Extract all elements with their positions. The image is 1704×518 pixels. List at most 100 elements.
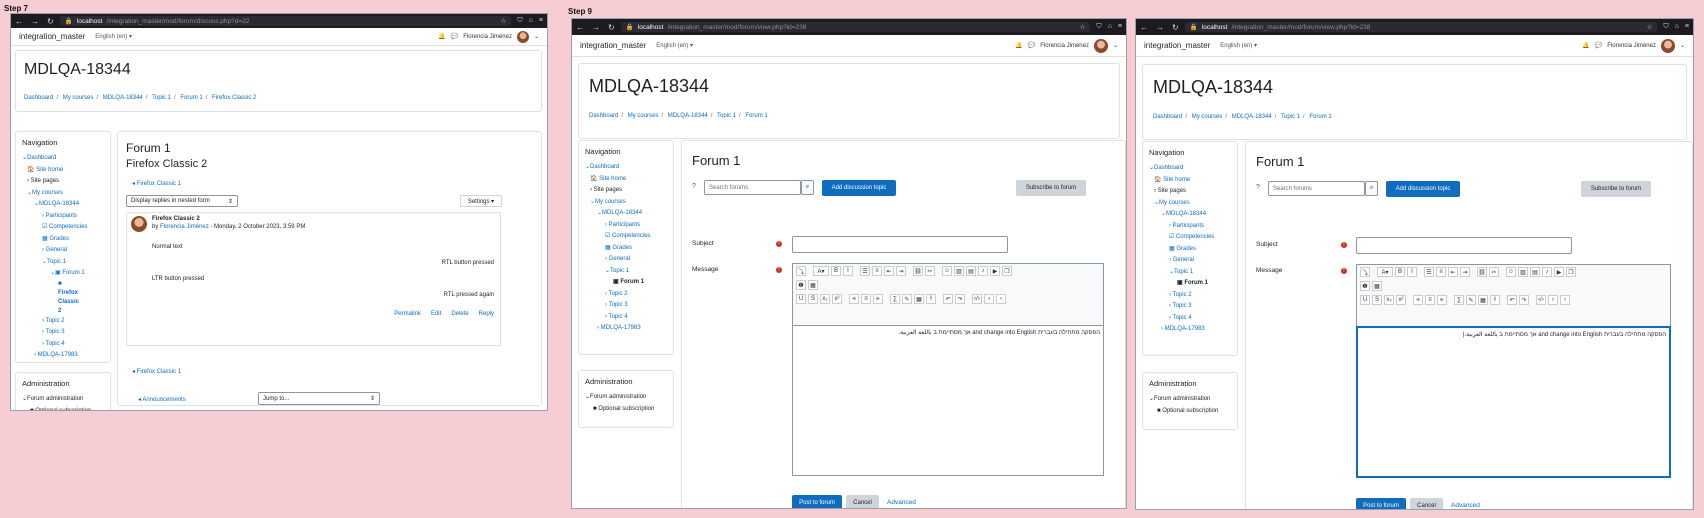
language-menu[interactable]: English (en) ▾ [656, 42, 693, 49]
italic-icon[interactable]: I [1407, 267, 1417, 277]
align-right-icon[interactable]: ⫸ [873, 294, 883, 304]
nav-competencies[interactable]: ☑ Competencies [1149, 232, 1231, 244]
subscript-icon[interactable]: x₂ [820, 294, 830, 304]
menu-icon[interactable]: ≡ [1118, 23, 1122, 31]
redo-icon[interactable]: ↷ [1519, 295, 1529, 305]
search-icon[interactable]: ⌕ [801, 180, 814, 195]
bell-icon[interactable]: 🔔 [1582, 42, 1589, 49]
nav-dashboard[interactable]: ⌄Dashboard [1149, 163, 1231, 175]
subscribe-button[interactable]: Subscribe to forum [1016, 180, 1086, 196]
breadcrumb-item[interactable]: MDLQA-18344 [103, 95, 143, 101]
image-icon[interactable]: ▨ [1518, 267, 1528, 277]
breadcrumb-item[interactable]: Firefox Classic 2 [212, 95, 256, 101]
chevron-down-icon[interactable]: ⌄ [1113, 42, 1118, 49]
breadcrumb-item[interactable]: Dashboard [1153, 114, 1182, 120]
bookmark-star-icon[interactable]: ☆ [1647, 23, 1653, 31]
extensions-icon[interactable]: ⌂ [1675, 23, 1679, 31]
undo-icon[interactable]: ↶ [943, 294, 953, 304]
nav-site-home[interactable]: 🏠 Site home [585, 174, 667, 186]
superscript-icon[interactable]: x² [1396, 295, 1406, 305]
image-icon[interactable]: ▨ [954, 266, 964, 276]
bookmark-star-icon[interactable]: ☆ [501, 17, 507, 25]
breadcrumb-item[interactable]: Forum 1 [745, 113, 767, 119]
post-to-forum-button[interactable]: Post to forum [1356, 498, 1406, 509]
underline-icon[interactable]: U [1360, 295, 1370, 305]
nav-topic2[interactable]: › Topic 2 [1149, 290, 1231, 302]
message-editor[interactable]: הפסקה מתחילה בעברית and change into Engl… [792, 325, 1104, 476]
subscribe-button[interactable]: Subscribe to forum [1581, 181, 1651, 197]
accessibility-icon[interactable]: ❶ [1360, 281, 1370, 291]
bold-icon[interactable]: B [1395, 267, 1405, 277]
nav-dashboard[interactable]: ⌄Dashboard [585, 162, 667, 174]
breadcrumb-item[interactable]: MDLQA-18344 [668, 113, 708, 119]
avatar[interactable] [1660, 38, 1675, 53]
menu-icon[interactable]: ≡ [1685, 23, 1689, 31]
breadcrumb-item[interactable]: Topic 1 [1281, 114, 1300, 120]
settings-button[interactable]: Settings ▾ [460, 195, 502, 207]
clear-formatting-icon[interactable]: Ɨ [926, 294, 936, 304]
reload-icon[interactable]: ↻ [608, 23, 615, 32]
chart-icon[interactable]: ✎ [902, 294, 912, 304]
breadcrumb-item[interactable]: Forum 1 [180, 95, 202, 101]
avatar[interactable] [516, 30, 529, 43]
nav-my-courses[interactable]: ⌄My courses [22, 188, 104, 200]
reload-icon[interactable]: ↻ [47, 17, 54, 26]
extensions-icon[interactable]: ⌂ [529, 17, 533, 25]
unlink-icon[interactable]: ✂ [1489, 267, 1499, 277]
html-icon[interactable]: ‹/› [972, 294, 982, 304]
language-menu[interactable]: English (en) ▾ [1220, 42, 1257, 49]
help-icon[interactable]: ? [692, 183, 696, 190]
help-icon[interactable]: ? [1256, 184, 1260, 191]
accessibility-icon[interactable]: ❶ [796, 280, 806, 290]
rtl-icon[interactable]: ‹ [1560, 295, 1570, 305]
nav-site-home[interactable]: 🏠 Site home [22, 165, 104, 177]
html-icon[interactable]: ‹/› [1536, 295, 1546, 305]
indent-icon[interactable]: ⇥ [1460, 267, 1470, 277]
url-bar[interactable]: 🔒 localhost/integration_master/mod/forum/… [1184, 22, 1658, 32]
indent-icon[interactable]: ⇥ [896, 266, 906, 276]
chat-icon[interactable]: 💬 [451, 33, 458, 40]
subject-input[interactable] [1356, 237, 1572, 254]
nav-dashboard[interactable]: ⌄Dashboard [22, 153, 104, 165]
nav-general[interactable]: › General [22, 245, 104, 257]
cancel-button[interactable]: Cancel [846, 495, 879, 508]
url-bar[interactable]: 🔒 localhost/integration_master/mod/forum/… [620, 22, 1091, 32]
equation-icon[interactable]: ∑ [890, 294, 900, 304]
copy-icon[interactable]: ❐ [1002, 266, 1012, 276]
permalink-link[interactable]: Permalink [394, 311, 421, 317]
table-icon[interactable]: ▦ [808, 280, 818, 290]
video-icon[interactable]: ▶ [1554, 267, 1564, 277]
media-icon[interactable]: ▤ [966, 266, 976, 276]
breadcrumb-item[interactable]: MDLQA-18344 [1232, 114, 1272, 120]
breadcrumb-item[interactable]: Dashboard [589, 113, 618, 119]
forward-icon[interactable]: → [592, 23, 600, 32]
nav-site-home[interactable]: 🏠 Site home [1149, 175, 1231, 187]
search-forums-input[interactable]: Search forums [1268, 181, 1365, 196]
add-discussion-button[interactable]: Add discussion topic [822, 180, 896, 196]
nav-my-courses[interactable]: ⌄My courses [1149, 198, 1231, 210]
chart-icon[interactable]: ✎ [1466, 295, 1476, 305]
post-author-link[interactable]: Florencia Jiménez [160, 224, 209, 230]
nav-topic3[interactable]: › Topic 3 [585, 300, 667, 312]
breadcrumb-item[interactable]: Forum 1 [1309, 114, 1331, 120]
numbered-list-icon[interactable]: ≡ [872, 266, 882, 276]
strikethrough-icon[interactable]: S [808, 294, 818, 304]
user-name[interactable]: Florencia Jiménez [1040, 43, 1089, 49]
clear-formatting-icon[interactable]: Ɨ [1490, 295, 1500, 305]
table-insert-icon[interactable]: ▦ [914, 294, 924, 304]
nav-grades[interactable]: ▦ Grades [1149, 244, 1231, 256]
jump-to-select[interactable]: Jump to... ⇕ [258, 392, 380, 405]
nav-grades[interactable]: ▦ Grades [22, 234, 104, 246]
shield-icon[interactable]: ⛉ [517, 17, 522, 25]
nav-grades[interactable]: ▦ Grades [585, 243, 667, 255]
chevron-down-icon[interactable]: ⌄ [1680, 42, 1685, 49]
collapse-icon[interactable]: ⤵ [796, 266, 806, 276]
prev-discussion-link[interactable]: ◂ Firefox Classic 1 [132, 180, 181, 187]
video-icon[interactable]: ▶ [990, 266, 1000, 276]
collapse-icon[interactable]: ⤵ [1360, 267, 1370, 277]
nav-other-course[interactable]: › MDLQA-17983 [22, 350, 104, 362]
align-left-icon[interactable]: ⫷ [849, 294, 859, 304]
nav-discussion[interactable]: ■ Firefox Classic 2 [22, 280, 82, 316]
bold-icon[interactable]: B [831, 266, 841, 276]
outdent-icon[interactable]: ⇤ [884, 266, 894, 276]
